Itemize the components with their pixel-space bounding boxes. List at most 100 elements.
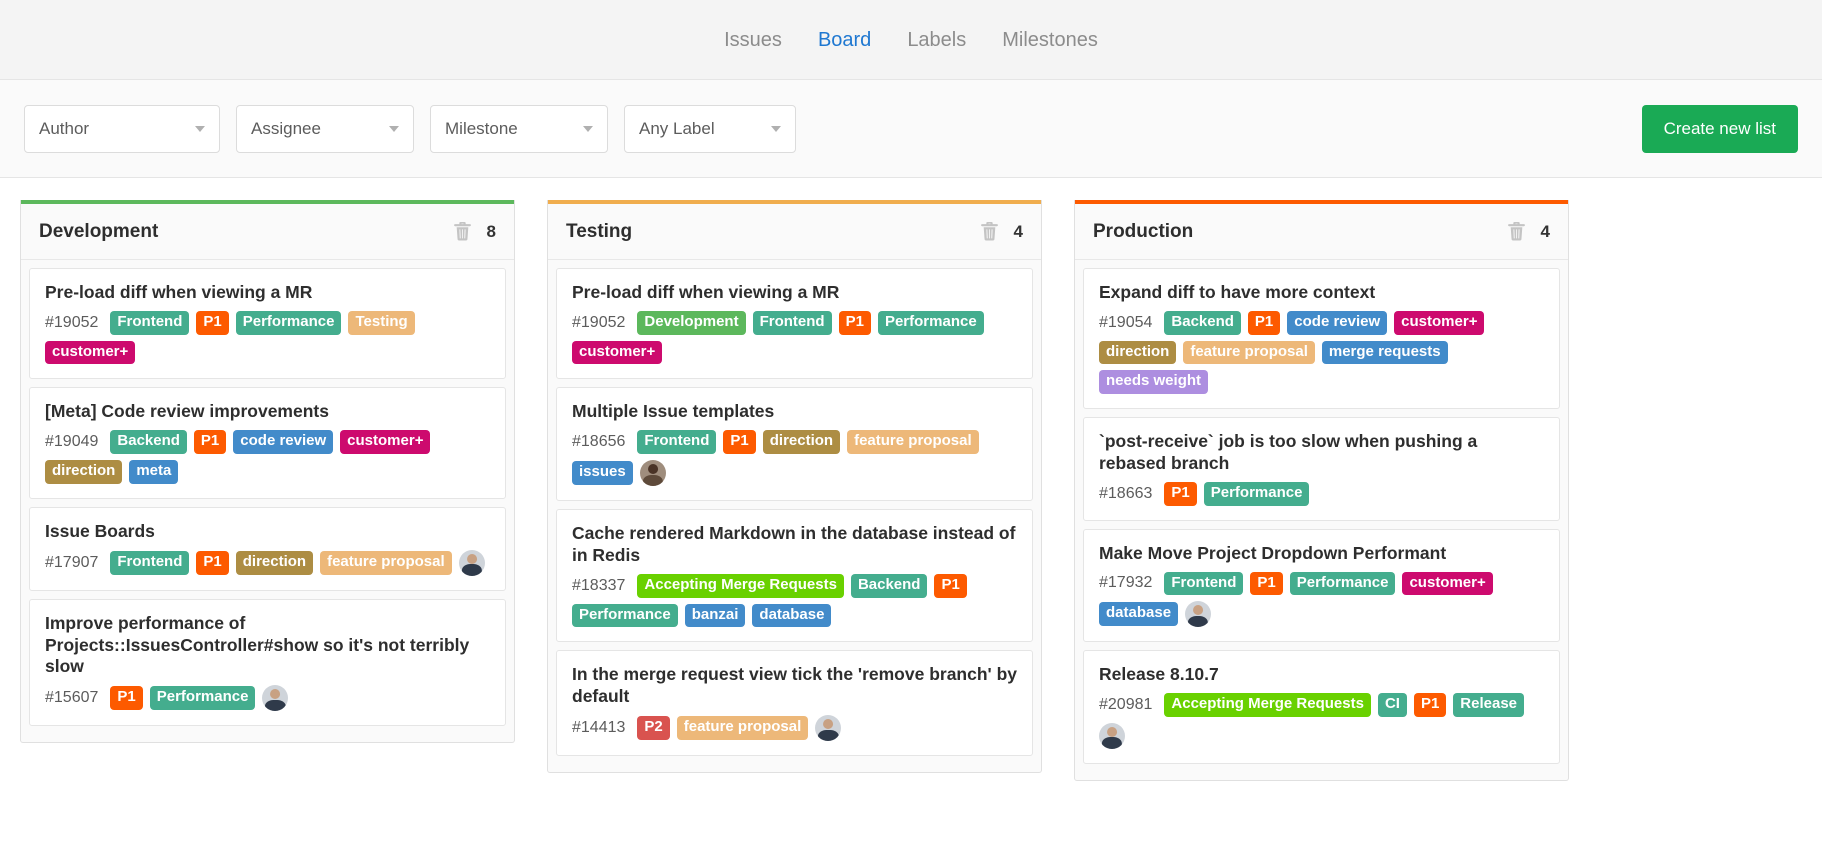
issue-label-badge[interactable]: Frontend — [637, 430, 716, 454]
issue-card-title[interactable]: Pre-load diff when viewing a MR — [572, 282, 1017, 304]
issue-label-badge[interactable]: P1 — [196, 311, 228, 335]
issue-label-badge[interactable]: database — [1099, 602, 1178, 626]
assignee-avatar[interactable] — [262, 685, 288, 711]
issue-label-badge[interactable]: code review — [233, 430, 333, 454]
issue-label-badge[interactable]: P1 — [839, 311, 871, 335]
issue-card[interactable]: Cache rendered Markdown in the database … — [556, 509, 1033, 642]
issue-label-badge[interactable]: Backend — [1164, 311, 1241, 335]
issue-id: #18337 — [572, 577, 625, 595]
assignee-avatar[interactable] — [640, 460, 666, 486]
issue-card-title[interactable]: Make Move Project Dropdown Performant — [1099, 543, 1544, 565]
issue-board: Development8Pre-load diff when viewing a… — [0, 178, 1822, 868]
issue-label-badge[interactable]: P1 — [1164, 482, 1196, 506]
issue-label-badge[interactable]: P1 — [723, 430, 755, 454]
issue-label-badge[interactable]: direction — [236, 551, 313, 575]
issue-label-badge[interactable]: Frontend — [753, 311, 832, 335]
issue-card[interactable]: [Meta] Code review improvements#19049Bac… — [29, 387, 506, 498]
issue-label-badge[interactable]: P1 — [1248, 311, 1280, 335]
trash-icon[interactable] — [981, 222, 998, 241]
issue-label-badge[interactable]: issues — [572, 461, 633, 485]
issue-card[interactable]: Pre-load diff when viewing a MR#19052Fro… — [29, 268, 506, 379]
nav-item-labels[interactable]: Labels — [889, 30, 984, 50]
issue-label-badge[interactable]: banzai — [685, 604, 746, 628]
issue-label-badge[interactable]: feature proposal — [677, 716, 809, 740]
assignee-filter-dropdown[interactable]: Assignee — [236, 105, 414, 153]
issue-card[interactable]: Issue Boards#17907FrontendP1directionfea… — [29, 507, 506, 591]
issue-label-badge[interactable]: Performance — [150, 686, 256, 710]
label-filter-dropdown[interactable]: Any Label — [624, 105, 796, 153]
issue-label-badge[interactable]: Frontend — [110, 551, 189, 575]
issue-card[interactable]: Pre-load diff when viewing a MR#19052Dev… — [556, 268, 1033, 379]
issue-card[interactable]: Multiple Issue templates #18656 Frontend P1… — [556, 387, 1033, 501]
issue-card[interactable]: Improve performance of Projects::IssuesC… — [29, 599, 506, 727]
issue-label-badge[interactable]: Backend — [851, 574, 928, 598]
assignee-avatar[interactable] — [1185, 601, 1211, 627]
issue-label-badge[interactable]: Testing — [348, 311, 414, 335]
assignee-avatar[interactable] — [1099, 723, 1125, 749]
issue-label-badge[interactable]: P1 — [1250, 572, 1282, 596]
issue-card[interactable]: In the merge request view tick the 'remo… — [556, 650, 1033, 756]
issue-label-badge[interactable]: customer+ — [1402, 572, 1492, 596]
issue-label-badge[interactable]: CI — [1378, 693, 1407, 717]
issue-label-badge[interactable]: Performance — [1204, 482, 1310, 506]
issue-label-badge[interactable]: feature proposal — [1183, 341, 1315, 365]
issue-label-badge[interactable]: Development — [637, 311, 745, 335]
issue-label-badge[interactable]: Performance — [878, 311, 984, 335]
issue-card[interactable]: Make Move Project Dropdown Performant#17… — [1083, 529, 1560, 643]
issue-label-badge[interactable]: code review — [1287, 311, 1387, 335]
issue-card-title[interactable]: [Meta] Code review improvements — [45, 401, 490, 423]
issue-label-badge[interactable]: P2 — [637, 716, 669, 740]
issue-label-badge[interactable]: direction — [45, 460, 122, 484]
issue-label-badge[interactable]: direction — [1099, 341, 1176, 365]
issue-label-badge[interactable]: meta — [129, 460, 178, 484]
issue-label-badge[interactable]: P1 — [110, 686, 142, 710]
issue-label-badge[interactable]: merge requests — [1322, 341, 1448, 365]
issue-label-badge[interactable]: customer+ — [45, 341, 135, 365]
nav-item-issues[interactable]: Issues — [706, 30, 800, 50]
create-new-list-button[interactable]: Create new list — [1642, 105, 1798, 153]
issue-label-badge[interactable]: needs weight — [1099, 370, 1208, 394]
issue-card-title[interactable]: Improve performance of Projects::IssuesC… — [45, 613, 490, 679]
trash-icon[interactable] — [454, 222, 471, 241]
issue-id: #18656 — [572, 433, 625, 451]
issue-card-title[interactable]: In the merge request view tick the 'remo… — [572, 664, 1017, 708]
assignee-avatar[interactable] — [815, 715, 841, 741]
issue-label-badge[interactable]: Performance — [572, 604, 678, 628]
issue-card-title[interactable]: `post-receive` job is too slow when push… — [1099, 431, 1544, 475]
issue-id: #19054 — [1099, 314, 1152, 332]
issue-card-title[interactable]: Release 8.10.7 — [1099, 664, 1544, 686]
issue-label-badge[interactable]: P1 — [196, 551, 228, 575]
author-filter-dropdown[interactable]: Author — [24, 105, 220, 153]
issue-label-badge[interactable]: Accepting Merge Requests — [1164, 693, 1371, 717]
issue-label-badge[interactable]: database — [752, 604, 831, 628]
milestone-filter-dropdown[interactable]: Milestone — [430, 105, 608, 153]
issue-card[interactable]: `post-receive` job is too slow when push… — [1083, 417, 1560, 521]
issue-card-title[interactable]: Multiple Issue templates — [572, 401, 1017, 423]
issue-label-badge[interactable]: Performance — [1290, 572, 1396, 596]
issue-card-title[interactable]: Cache rendered Markdown in the database … — [572, 523, 1017, 567]
issue-label-badge[interactable]: P1 — [1414, 693, 1446, 717]
issue-card-title[interactable]: Expand diff to have more context — [1099, 282, 1544, 304]
issue-label-badge[interactable]: customer+ — [340, 430, 430, 454]
issue-label-badge[interactable]: feature proposal — [847, 430, 979, 454]
assignee-avatar[interactable] — [459, 550, 485, 576]
nav-item-milestones[interactable]: Milestones — [984, 30, 1116, 50]
issue-label-badge[interactable]: customer+ — [1394, 311, 1484, 335]
issue-card-title[interactable]: Pre-load diff when viewing a MR — [45, 282, 490, 304]
issue-label-badge[interactable]: direction — [763, 430, 840, 454]
issue-label-badge[interactable]: feature proposal — [320, 551, 452, 575]
issue-card-title[interactable]: Issue Boards — [45, 521, 490, 543]
issue-card[interactable]: Release 8.10.7#20981Accepting Merge Requ… — [1083, 650, 1560, 764]
issue-label-badge[interactable]: Release — [1453, 693, 1524, 717]
issue-label-badge[interactable]: Performance — [236, 311, 342, 335]
issue-label-badge[interactable]: Backend — [110, 430, 187, 454]
issue-label-badge[interactable]: P1 — [934, 574, 966, 598]
issue-label-badge[interactable]: customer+ — [572, 341, 662, 365]
issue-card[interactable]: Expand diff to have more context #19054 Ba… — [1083, 268, 1560, 409]
issue-label-badge[interactable]: Accepting Merge Requests — [637, 574, 844, 598]
issue-label-badge[interactable]: Frontend — [1164, 572, 1243, 596]
nav-item-board[interactable]: Board — [800, 30, 889, 50]
trash-icon[interactable] — [1508, 222, 1525, 241]
issue-label-badge[interactable]: P1 — [194, 430, 226, 454]
issue-label-badge[interactable]: Frontend — [110, 311, 189, 335]
